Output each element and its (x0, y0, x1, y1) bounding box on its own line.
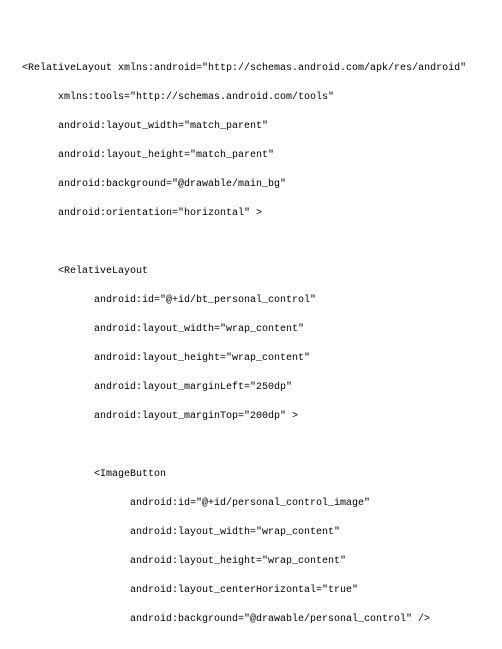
rl1-attr: android:layout_marginTop="200dp" > (94, 410, 484, 425)
root-attr: xmlns:tools="http://schemas.android.com/… (58, 91, 484, 106)
root-attr: android:orientation="horizontal" > (58, 207, 484, 222)
rl1-attr: android:layout_height="wrap_content" (94, 352, 484, 367)
xml-source: <RelativeLayout xmlns:android="http://sc… (22, 62, 484, 649)
rl1-attr: android:layout_width="wrap_content" (94, 323, 484, 338)
ib1-open: <ImageButton (94, 468, 484, 483)
root-attr: android:background="@drawable/main_bg" (58, 178, 484, 193)
rl1-open: <RelativeLayout (58, 265, 484, 280)
ib1-attr: android:background="@drawable/personal_c… (130, 613, 484, 628)
root-attr: android:layout_height="match_parent" (58, 149, 484, 164)
code-page: <RelativeLayout xmlns:android="http://sc… (0, 0, 502, 649)
ib1-attr: android:layout_height="wrap_content" (130, 555, 484, 570)
root-attr: android:layout_width="match_parent" (58, 120, 484, 135)
ib1-attr: android:layout_width="wrap_content" (130, 526, 484, 541)
ib1-attr: android:id="@+id/personal_control_image" (130, 497, 484, 512)
ib1-attr: android:layout_centerHorizontal="true" (130, 584, 484, 599)
rl1-attr: android:layout_marginLeft="250dp" (94, 381, 484, 396)
root-open: <RelativeLayout xmlns:android="http://sc… (22, 62, 484, 77)
rl1-attr: android:id="@+id/bt_personal_control" (94, 294, 484, 309)
